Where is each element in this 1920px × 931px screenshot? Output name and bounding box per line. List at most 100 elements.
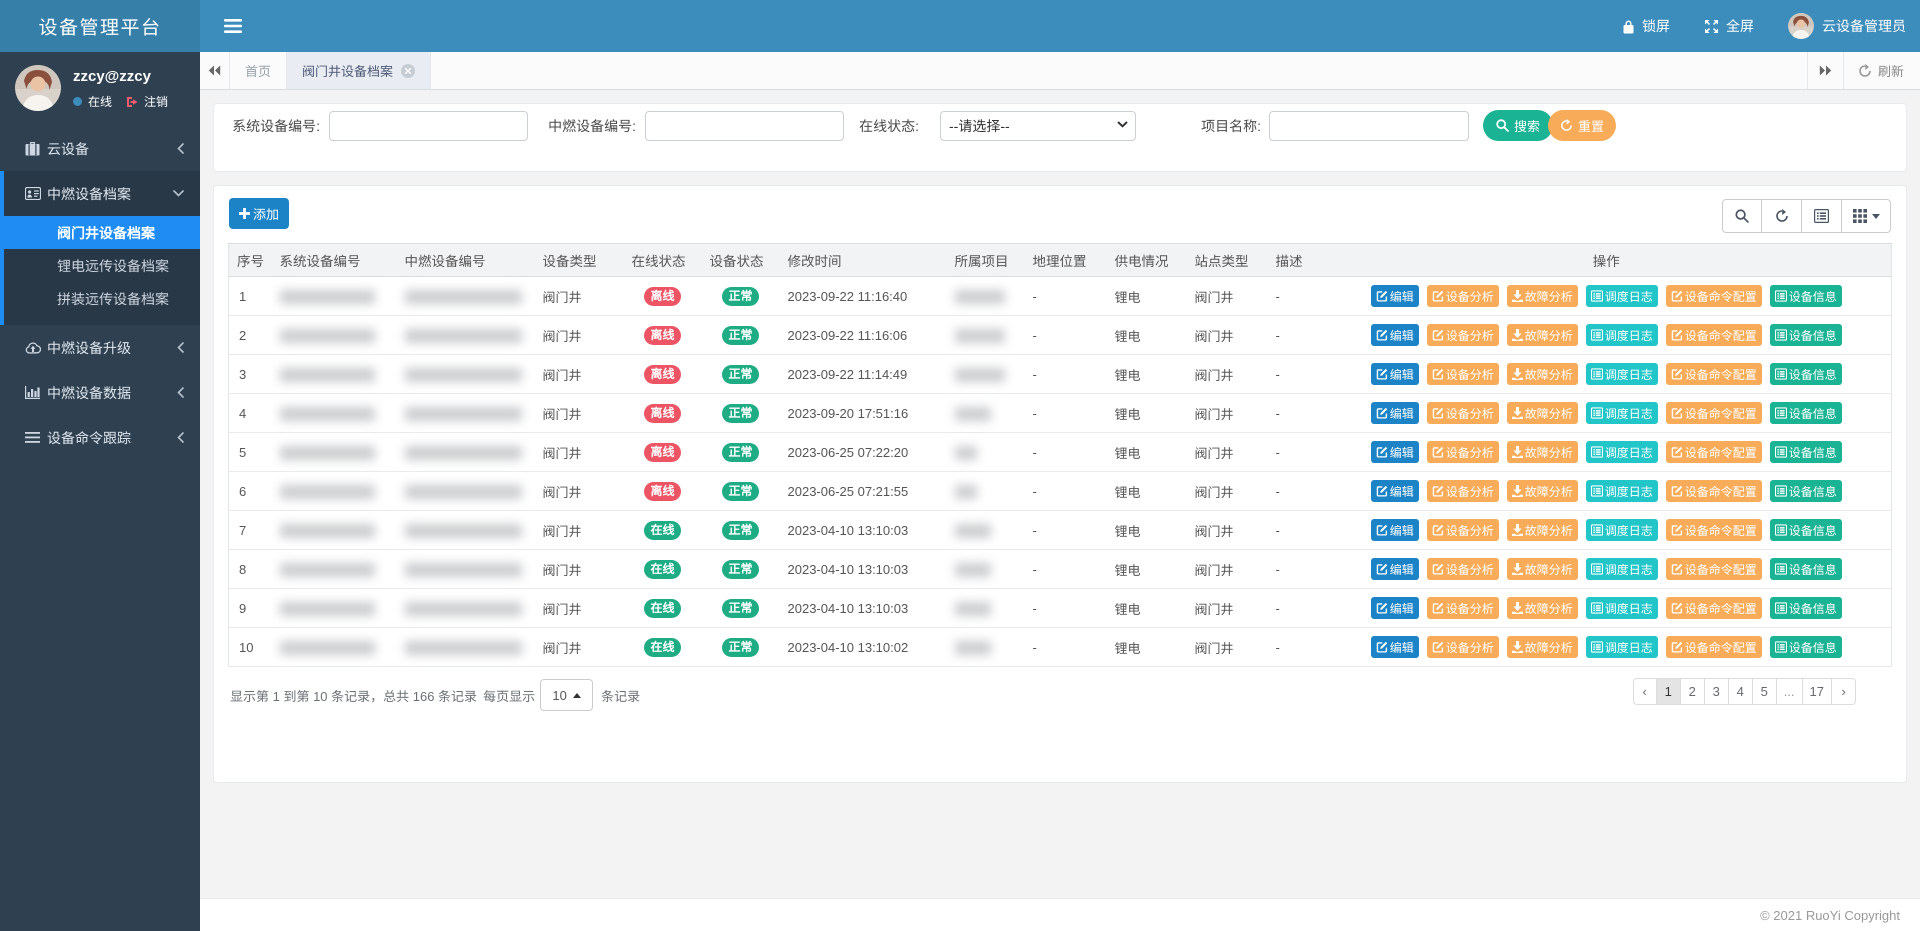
tab-valve-well-archive[interactable]: 阀门井设备档案	[287, 52, 431, 89]
action-设备信息-button[interactable]: 设备信息	[1770, 324, 1842, 346]
action-设备命令配置-button[interactable]: 设备命令配置	[1666, 558, 1762, 580]
action-设备命令配置-button[interactable]: 设备命令配置	[1666, 480, 1762, 502]
action-设备分析-button[interactable]: 设备分析	[1427, 519, 1499, 541]
pager-page-17[interactable]: 17	[1803, 678, 1832, 705]
tab-refresh-button[interactable]: 刷新	[1843, 52, 1920, 89]
tabs-scroll-left-button[interactable]	[200, 52, 230, 89]
pager-page-3[interactable]: 3	[1705, 678, 1729, 705]
action-故障分析-button[interactable]: 故障分析	[1507, 441, 1578, 463]
navbar-user-menu[interactable]: 云设备管理员	[1788, 13, 1906, 39]
action-设备命令配置-button[interactable]: 设备命令配置	[1666, 519, 1762, 541]
col-geo-location[interactable]: 地理位置	[1025, 244, 1107, 277]
action-编辑-button[interactable]: 编辑	[1371, 636, 1419, 658]
action-调度日志-button[interactable]: 调度日志	[1586, 363, 1658, 385]
pager-page-5[interactable]: 5	[1753, 678, 1777, 705]
pager-page-4[interactable]: 4	[1729, 678, 1753, 705]
action-调度日志-button[interactable]: 调度日志	[1586, 480, 1658, 502]
lock-screen-button[interactable]: 锁屏	[1622, 16, 1670, 36]
col-gas-no[interactable]: 中燃设备编号	[397, 244, 535, 277]
action-故障分析-button[interactable]: 故障分析	[1507, 519, 1578, 541]
sidebar-toggle-icon[interactable]	[224, 19, 242, 33]
system-no-input[interactable]	[329, 111, 528, 141]
logout-link[interactable]: 注销	[126, 93, 168, 110]
col-project[interactable]: 所属项目	[947, 244, 1025, 277]
action-设备信息-button[interactable]: 设备信息	[1770, 441, 1842, 463]
action-调度日志-button[interactable]: 调度日志	[1586, 597, 1658, 619]
action-设备信息-button[interactable]: 设备信息	[1770, 480, 1842, 502]
action-设备分析-button[interactable]: 设备分析	[1427, 363, 1499, 385]
action-设备命令配置-button[interactable]: 设备命令配置	[1666, 402, 1762, 424]
action-故障分析-button[interactable]: 故障分析	[1507, 480, 1578, 502]
table-row[interactable]: 1 阀门井 离线 正常 2023-09-22 11:16:40 - 锂电 阀门井…	[229, 277, 1892, 316]
action-故障分析-button[interactable]: 故障分析	[1507, 363, 1578, 385]
toolbar-columns-button[interactable]	[1842, 199, 1891, 233]
col-modified-time[interactable]: 修改时间	[780, 244, 947, 277]
action-编辑-button[interactable]: 编辑	[1371, 363, 1419, 385]
action-设备信息-button[interactable]: 设备信息	[1770, 558, 1842, 580]
action-调度日志-button[interactable]: 调度日志	[1586, 519, 1658, 541]
pager-page-1[interactable]: 1	[1657, 678, 1681, 705]
col-site-type[interactable]: 站点类型	[1187, 244, 1268, 277]
toolbar-search-button[interactable]	[1722, 199, 1762, 233]
action-调度日志-button[interactable]: 调度日志	[1586, 558, 1658, 580]
col-power-supply[interactable]: 供电情况	[1107, 244, 1187, 277]
action-设备命令配置-button[interactable]: 设备命令配置	[1666, 597, 1762, 619]
table-row[interactable]: 2 阀门井 离线 正常 2023-09-22 11:16:06 - 锂电 阀门井…	[229, 316, 1892, 355]
toolbar-refresh-button[interactable]	[1762, 199, 1802, 233]
action-设备信息-button[interactable]: 设备信息	[1770, 519, 1842, 541]
user-avatar[interactable]	[15, 65, 61, 111]
action-故障分析-button[interactable]: 故障分析	[1507, 324, 1578, 346]
action-编辑-button[interactable]: 编辑	[1371, 519, 1419, 541]
action-调度日志-button[interactable]: 调度日志	[1586, 636, 1658, 658]
col-index[interactable]: 序号	[229, 244, 272, 277]
pager-page-2[interactable]: 2	[1681, 678, 1705, 705]
action-编辑-button[interactable]: 编辑	[1371, 480, 1419, 502]
table-row[interactable]: 6 阀门井 离线 正常 2023-06-25 07:21:55 - 锂电 阀门井…	[229, 472, 1892, 511]
action-设备分析-button[interactable]: 设备分析	[1427, 558, 1499, 580]
toolbar-list-view-button[interactable]	[1802, 199, 1842, 233]
fullscreen-button[interactable]: 全屏	[1704, 16, 1754, 36]
action-设备分析-button[interactable]: 设备分析	[1427, 285, 1499, 307]
col-device-status[interactable]: 设备状态	[702, 244, 780, 277]
action-设备分析-button[interactable]: 设备分析	[1427, 597, 1499, 619]
sidebar-item-device-upgrade[interactable]: 中燃设备升级	[0, 325, 200, 370]
action-编辑-button[interactable]: 编辑	[1371, 285, 1419, 307]
sidebar-item-command-tracking[interactable]: 设备命令跟踪	[0, 415, 200, 460]
action-调度日志-button[interactable]: 调度日志	[1586, 441, 1658, 463]
action-调度日志-button[interactable]: 调度日志	[1586, 285, 1658, 307]
action-设备分析-button[interactable]: 设备分析	[1427, 636, 1499, 658]
action-编辑-button[interactable]: 编辑	[1371, 402, 1419, 424]
action-设备命令配置-button[interactable]: 设备命令配置	[1666, 285, 1762, 307]
action-设备信息-button[interactable]: 设备信息	[1770, 636, 1842, 658]
sidebar-subitem-valve-well-archive[interactable]: 阀门井设备档案	[4, 216, 200, 249]
pager-next-button[interactable]: ›	[1832, 678, 1856, 705]
table-row[interactable]: 10 阀门井 在线 正常 2023-04-10 13:10:02 - 锂电 阀门…	[229, 628, 1892, 667]
table-row[interactable]: 4 阀门井 离线 正常 2023-09-20 17:51:16 - 锂电 阀门井…	[229, 394, 1892, 433]
sidebar-subitem-lithium-remote-archive[interactable]: 锂电远传设备档案	[4, 249, 200, 282]
action-设备命令配置-button[interactable]: 设备命令配置	[1666, 324, 1762, 346]
sidebar-item-gas-device-archive[interactable]: 中燃设备档案	[4, 171, 200, 216]
action-故障分析-button[interactable]: 故障分析	[1507, 636, 1578, 658]
action-调度日志-button[interactable]: 调度日志	[1586, 402, 1658, 424]
col-device-type[interactable]: 设备类型	[535, 244, 624, 277]
pager-prev-button[interactable]: ‹	[1633, 678, 1657, 705]
page-size-dropdown[interactable]: 10	[540, 679, 593, 711]
action-设备信息-button[interactable]: 设备信息	[1770, 597, 1842, 619]
gas-no-input[interactable]	[645, 111, 844, 141]
action-故障分析-button[interactable]: 故障分析	[1507, 597, 1578, 619]
reset-button[interactable]: 重置	[1548, 110, 1616, 141]
col-system-no[interactable]: 系统设备编号	[272, 244, 397, 277]
action-设备信息-button[interactable]: 设备信息	[1770, 402, 1842, 424]
table-row[interactable]: 8 阀门井 在线 正常 2023-04-10 13:10:03 - 锂电 阀门井…	[229, 550, 1892, 589]
action-编辑-button[interactable]: 编辑	[1371, 441, 1419, 463]
action-故障分析-button[interactable]: 故障分析	[1507, 285, 1578, 307]
project-name-input[interactable]	[1269, 111, 1469, 141]
action-设备分析-button[interactable]: 设备分析	[1427, 402, 1499, 424]
action-编辑-button[interactable]: 编辑	[1371, 597, 1419, 619]
action-设备命令配置-button[interactable]: 设备命令配置	[1666, 441, 1762, 463]
sidebar-subitem-assembled-remote-archive[interactable]: 拼装远传设备档案	[4, 282, 200, 315]
search-button[interactable]: 搜索	[1483, 110, 1553, 141]
action-设备分析-button[interactable]: 设备分析	[1427, 324, 1499, 346]
action-设备信息-button[interactable]: 设备信息	[1770, 363, 1842, 385]
col-description[interactable]: 描述	[1268, 244, 1322, 277]
